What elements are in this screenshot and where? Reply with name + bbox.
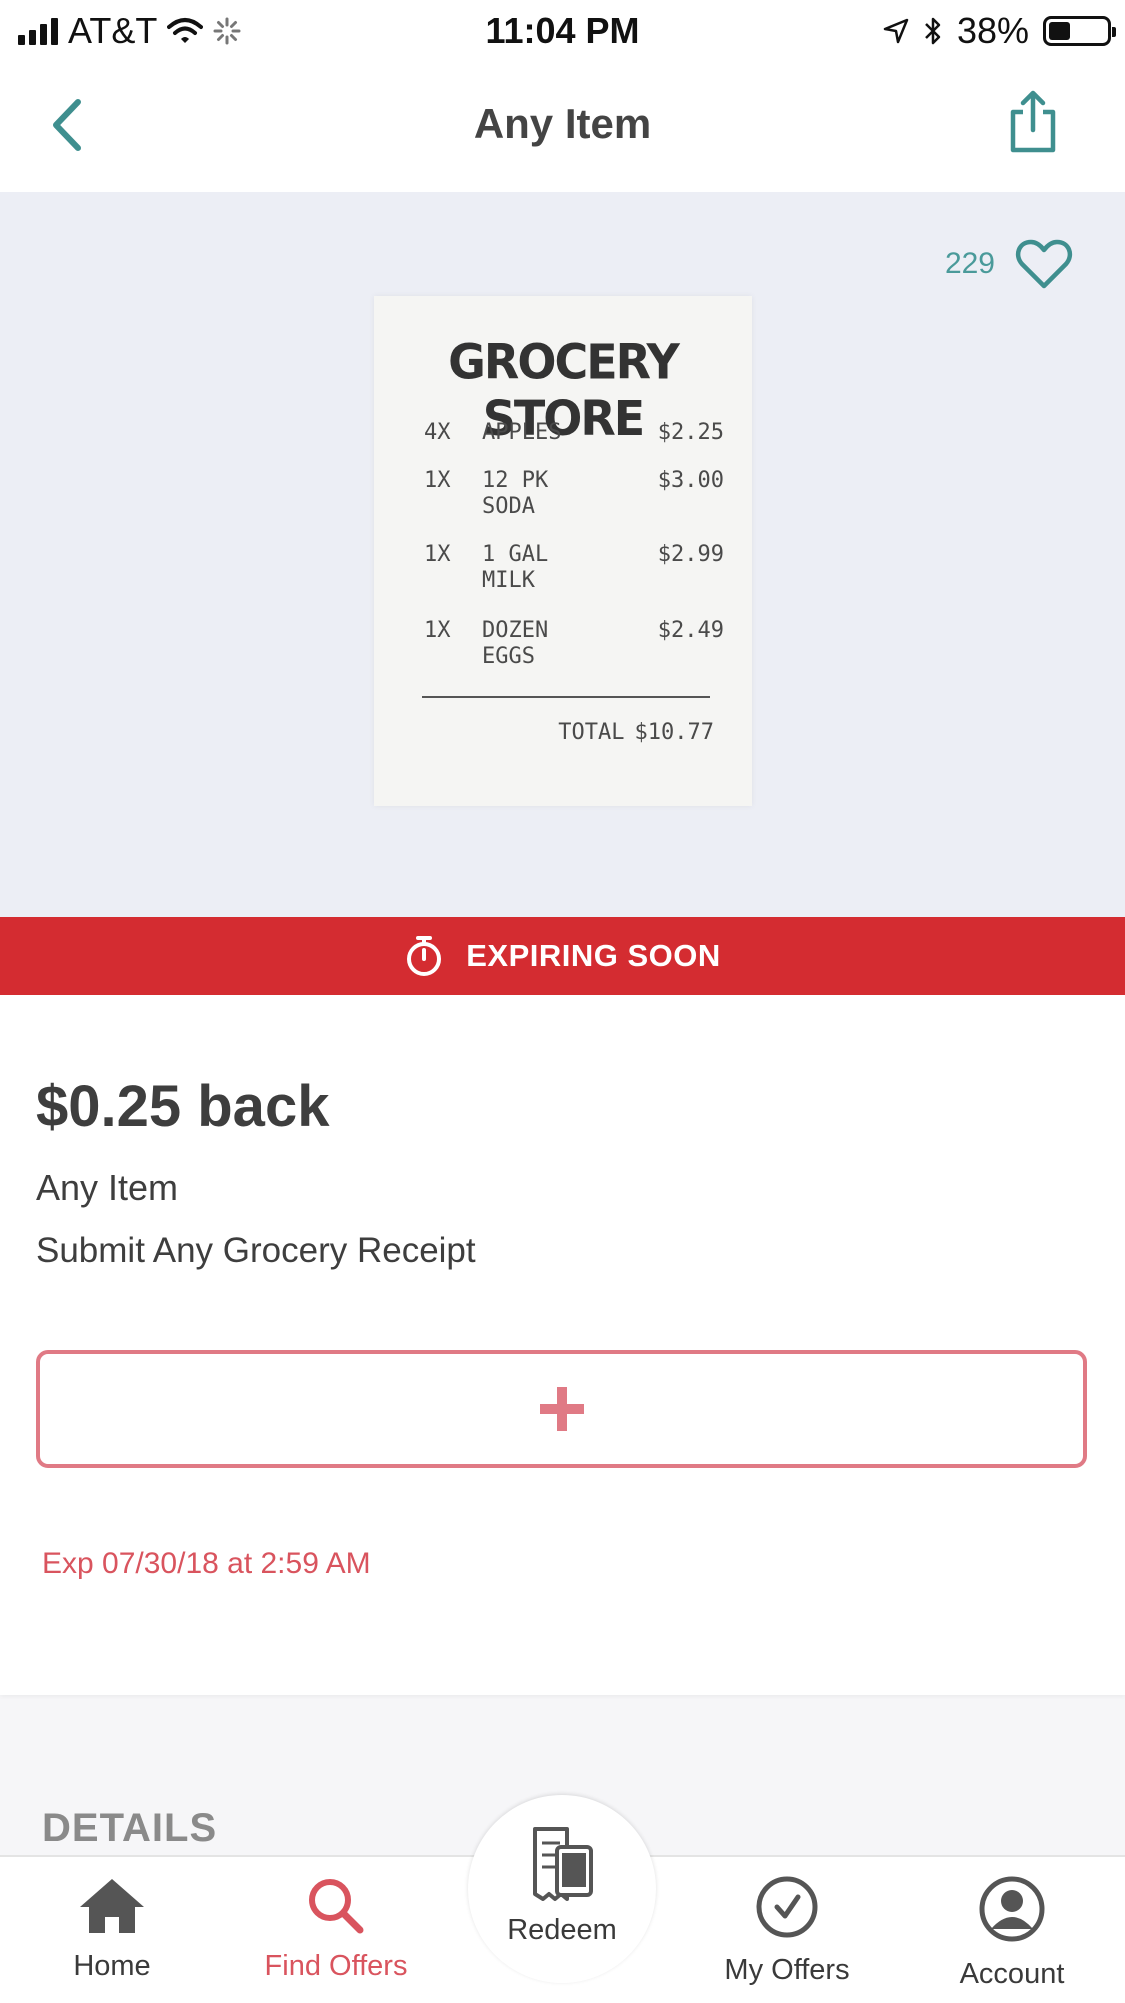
checkmark-circle-icon [756, 1876, 818, 1938]
tab-my-offers[interactable]: My Offers [697, 1875, 877, 1987]
receipt-total-label: TOTAL [558, 720, 625, 745]
receipt-divider [422, 696, 710, 698]
stopwatch-icon [407, 936, 442, 976]
receipt-qty: 1X [424, 542, 451, 567]
tab-home[interactable]: Home [22, 1875, 202, 1983]
battery-percent: 38% [956, 10, 1029, 51]
receipt-price: $2.49 [657, 618, 724, 643]
page-title: Any Item [473, 100, 652, 147]
expiration-date: Exp 07/30/18 at 2:59 AM [42, 1547, 371, 1580]
tab-home-label: Home [73, 1950, 151, 1982]
receipt-item: APPLES [482, 420, 562, 445]
tab-find-offers[interactable]: Find Offers [246, 1875, 426, 1983]
tab-redeem[interactable]: Redeem [468, 1795, 656, 1983]
like-count: 229 [944, 247, 995, 280]
tab-account-label: Account [959, 1958, 1065, 1990]
tab-account[interactable]: Account [922, 1875, 1102, 1991]
receipt-qty: 1X [424, 618, 451, 643]
receipt-price: $2.99 [657, 542, 724, 567]
offer-image-area: 229 GROCERY STORE 4X APPLES $2.25 1X 12 … [0, 192, 1125, 917]
tab-find-offers-label: Find Offers [264, 1950, 408, 1982]
chevron-left-icon [53, 99, 81, 151]
share-icon [1010, 90, 1056, 153]
tab-my-offers-label: My Offers [724, 1954, 850, 1986]
plus-icon [539, 1387, 584, 1431]
receipt-qty: 1X [424, 468, 451, 493]
back-button[interactable] [40, 90, 100, 160]
expiring-soon-label: EXPIRING SOON [466, 938, 721, 973]
home-icon [80, 1879, 144, 1933]
tab-redeem-label: Redeem [507, 1914, 617, 1946]
offer-amount: $0.25 back [36, 1074, 330, 1139]
heart-icon[interactable] [1015, 238, 1073, 290]
receipt-price: $3.00 [657, 468, 724, 493]
receipt-item: 1 GAL MILK [482, 542, 549, 593]
search-icon [309, 1879, 364, 1934]
offer-card: $0.25 back Any Item Submit Any Grocery R… [0, 995, 1125, 1695]
receipt-item: 12 PK SODA [482, 468, 549, 519]
account-icon [979, 1876, 1045, 1942]
share-button[interactable] [1001, 88, 1065, 158]
receipt-icon [533, 1827, 593, 1901]
receipt-price: $2.25 [657, 420, 724, 445]
details-heading: DETAILS [42, 1806, 218, 1850]
offer-name: Any Item [36, 1167, 179, 1208]
receipt-qty: 4X [424, 420, 451, 445]
receipt-total-value: $10.77 [634, 720, 714, 745]
offer-description: Submit Any Grocery Receipt [36, 1231, 476, 1270]
expiring-soon-banner: EXPIRING SOON [0, 917, 1125, 995]
like-control[interactable]: 229 [945, 238, 1073, 290]
receipt-total: TOTAL $10.77 [558, 720, 714, 745]
receipt-image: GROCERY STORE 4X APPLES $2.25 1X 12 PK S… [374, 296, 752, 806]
location-arrow-icon [883, 18, 909, 44]
add-offer-button[interactable] [36, 1350, 1087, 1468]
battery-icon [1043, 16, 1116, 46]
navigation-bar: Any Item [0, 60, 1125, 192]
status-bar: AT&T 11:04 PM 38% [0, 0, 1125, 60]
receipt-item: DOZEN EGGS [482, 618, 549, 669]
bluetooth-icon [925, 17, 941, 45]
